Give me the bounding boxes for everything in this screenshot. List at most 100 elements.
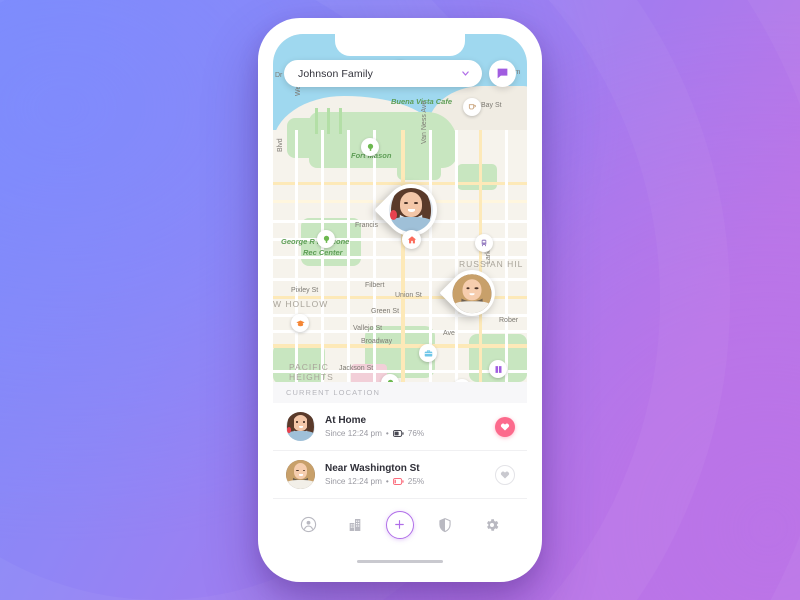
map-label: W HOLLOW: [273, 299, 329, 309]
plus-icon: [395, 520, 405, 529]
map-label: Rec Center: [303, 248, 343, 257]
location-rows: At Home Since 12:24 pm • 76% Near Washington…: [273, 403, 527, 498]
map-road: [505, 130, 508, 382]
favorite-button[interactable]: [495, 464, 515, 485]
row-battery-pct: 76%: [407, 429, 425, 438]
row-since: Since 12:24 pm: [325, 477, 382, 486]
park-tree-icon: [364, 141, 377, 154]
map-label: PACIFIC: [289, 362, 329, 372]
park-tree-icon: [320, 233, 333, 246]
map-label: Vallejo St: [353, 325, 383, 332]
avatar[interactable]: [286, 412, 315, 441]
home-icon-badge: [402, 230, 421, 249]
phone-notch: [335, 34, 465, 56]
map-label: Filbert: [365, 282, 385, 289]
map-label: Jackson St: [339, 365, 374, 372]
map-header: Johnson Family: [273, 60, 527, 87]
map-poi-briefcase[interactable]: [419, 344, 437, 362]
map-pin-mother[interactable]: [439, 260, 505, 326]
map-poi-library-book[interactable]: [489, 360, 507, 378]
avatar-face-daughter: [389, 188, 433, 232]
map-view[interactable]: San Francisco ParkBuena Vista CafeFort M…: [273, 34, 527, 382]
person-circle-icon: [300, 516, 316, 533]
map-poi-park-tree[interactable]: [361, 138, 379, 156]
row-battery-pct: 25%: [407, 477, 425, 486]
map-pier: [315, 108, 318, 134]
map-label: RUSSIAN HIL: [459, 259, 524, 269]
tab-people[interactable]: [293, 510, 323, 540]
row-title: Near Washington St: [325, 462, 420, 474]
tab-places[interactable]: [340, 510, 370, 540]
current-location-list: CURRENT LOCATION At Home Since 12:24 pm • 7…: [273, 382, 527, 498]
row-text: Near Washington St Since 12:24 pm • 25%: [325, 462, 485, 488]
avatar-face-daughter: [286, 412, 315, 441]
favorite-button[interactable]: [495, 416, 515, 437]
tab-safety[interactable]: [430, 510, 460, 540]
section-header: CURRENT LOCATION: [273, 382, 527, 403]
map-label: Ave: [443, 330, 455, 337]
map-park-area: [457, 164, 497, 190]
row-text: At Home Since 12:24 pm • 76%: [325, 414, 485, 440]
row-title: At Home: [325, 414, 367, 426]
library-book-icon: [492, 363, 505, 376]
row-separator: •: [385, 429, 389, 438]
avatar-face-mother: [286, 460, 315, 489]
avatar[interactable]: [286, 460, 315, 489]
map-label: Union St: [395, 292, 422, 299]
map-label: Bay St: [481, 102, 502, 109]
battery-low-icon: [392, 478, 404, 486]
battery-icon: [392, 430, 404, 438]
map-road: [273, 344, 527, 348]
briefcase-icon: [422, 347, 435, 360]
map-poi-cafe-cup[interactable]: [463, 98, 481, 116]
map-poi-school-cap[interactable]: [291, 314, 309, 332]
map-label: Pixley St: [291, 287, 319, 294]
gear-icon: [486, 518, 499, 531]
avatar: [389, 188, 433, 232]
home-icon: [407, 235, 416, 243]
location-row[interactable]: At Home Since 12:24 pm • 76%: [273, 403, 527, 451]
bottom-tab-bar: [273, 498, 527, 550]
building-icon: [349, 518, 360, 531]
tab-add[interactable]: [385, 510, 414, 539]
row-subtitle: Since 12:24 pm • 25%: [325, 476, 485, 487]
map-pier: [339, 108, 342, 134]
map-road: [401, 130, 405, 382]
row-separator: •: [385, 477, 389, 486]
transit-icon: [478, 237, 491, 250]
row-since: Since 12:24 pm: [325, 429, 382, 438]
cafe-cup-icon: [466, 101, 479, 114]
home-indicator[interactable]: [357, 559, 443, 563]
location-row[interactable]: Near Washington St Since 12:24 pm • 25%: [273, 451, 527, 498]
chevron-down-icon: [462, 71, 469, 76]
avatar: [452, 273, 492, 313]
map-pier: [327, 108, 330, 134]
map-label: Van Ness Ave: [421, 100, 428, 144]
map-poi-transit[interactable]: [475, 234, 493, 252]
shield-icon: [439, 517, 451, 532]
map-label: Rober: [499, 317, 519, 324]
map-road: [455, 130, 458, 382]
heart-icon: [500, 471, 510, 479]
chat-button[interactable]: [489, 60, 516, 87]
map-road: [347, 130, 350, 382]
map-label: George R Moscone: [281, 237, 350, 246]
map-label: Green St: [371, 308, 400, 315]
map-label: HEIGHTS: [289, 372, 334, 382]
tab-settings[interactable]: [477, 510, 507, 540]
map-road: [295, 130, 298, 382]
map-pin-daughter[interactable]: [374, 173, 448, 249]
chat-bubble-icon: [497, 68, 508, 79]
heart-icon: [500, 423, 510, 431]
school-cap-icon: [294, 317, 307, 330]
row-subtitle: Since 12:24 pm • 76%: [325, 428, 485, 439]
avatar-face-mother: [452, 273, 492, 313]
map-road: [479, 130, 482, 382]
family-selector[interactable]: Johnson Family: [284, 60, 482, 87]
map-road: [273, 330, 527, 333]
map-poi-park-tree[interactable]: [317, 230, 335, 248]
home-indicator-area: [273, 550, 527, 570]
phone-screen: San Francisco ParkBuena Vista CafeFort M…: [273, 34, 527, 570]
map-label: Francis: [355, 222, 378, 229]
map-label: Broadway: [361, 338, 393, 345]
